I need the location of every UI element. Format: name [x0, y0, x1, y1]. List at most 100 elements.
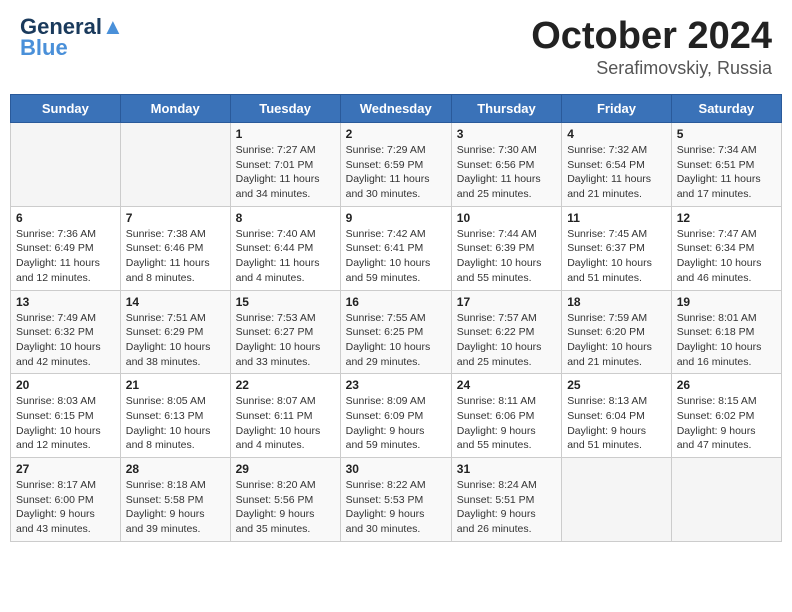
day-info: Sunrise: 7:45 AM Sunset: 6:37 PM Dayligh…	[567, 227, 666, 286]
day-info: Sunrise: 8:15 AM Sunset: 6:02 PM Dayligh…	[677, 394, 776, 453]
calendar-title-block: October 2024 Serafimovskiy, Russia	[531, 15, 772, 79]
day-number: 15	[236, 295, 335, 309]
calendar-day-cell: 22 Sunrise: 8:07 AM Sunset: 6:11 PM Dayli…	[230, 374, 340, 458]
day-info: Sunrise: 8:18 AM Sunset: 5:58 PM Dayligh…	[126, 478, 225, 537]
day-info: Sunrise: 7:47 AM Sunset: 6:34 PM Dayligh…	[677, 227, 776, 286]
day-info: Sunrise: 7:49 AM Sunset: 6:32 PM Dayligh…	[16, 311, 115, 370]
calendar-day-cell: 7 Sunrise: 7:38 AM Sunset: 6:46 PM Daylig…	[120, 206, 230, 290]
calendar-day-cell	[11, 123, 121, 207]
day-number: 17	[457, 295, 556, 309]
day-info: Sunrise: 7:36 AM Sunset: 6:49 PM Dayligh…	[16, 227, 115, 286]
day-number: 5	[677, 127, 776, 141]
day-number: 26	[677, 378, 776, 392]
day-info: Sunrise: 7:59 AM Sunset: 6:20 PM Dayligh…	[567, 311, 666, 370]
calendar-day-cell: 24 Sunrise: 8:11 AM Sunset: 6:06 PM Dayli…	[451, 374, 561, 458]
calendar-week-row: 20 Sunrise: 8:03 AM Sunset: 6:15 PM Dayli…	[11, 374, 782, 458]
day-number: 24	[457, 378, 556, 392]
day-number: 8	[236, 211, 335, 225]
day-number: 22	[236, 378, 335, 392]
day-number: 19	[677, 295, 776, 309]
day-info: Sunrise: 7:44 AM Sunset: 6:39 PM Dayligh…	[457, 227, 556, 286]
calendar-day-cell: 20 Sunrise: 8:03 AM Sunset: 6:15 PM Dayli…	[11, 374, 121, 458]
day-info: Sunrise: 8:07 AM Sunset: 6:11 PM Dayligh…	[236, 394, 335, 453]
calendar-day-cell: 13 Sunrise: 7:49 AM Sunset: 6:32 PM Dayli…	[11, 290, 121, 374]
day-number: 21	[126, 378, 225, 392]
calendar-day-cell: 6Sunrise: 7:36 AM Sunset: 6:49 PM Daylig…	[11, 206, 121, 290]
calendar-day-cell: 18 Sunrise: 7:59 AM Sunset: 6:20 PM Dayli…	[562, 290, 672, 374]
day-info: Sunrise: 7:53 AM Sunset: 6:27 PM Dayligh…	[236, 311, 335, 370]
calendar-day-cell: 27Sunrise: 8:17 AM Sunset: 6:00 PM Dayli…	[11, 458, 121, 542]
weekday-header: Thursday	[451, 95, 561, 123]
calendar-day-cell	[120, 123, 230, 207]
day-info: Sunrise: 8:13 AM Sunset: 6:04 PM Dayligh…	[567, 394, 666, 453]
calendar-day-cell: 14Sunrise: 7:51 AM Sunset: 6:29 PM Dayli…	[120, 290, 230, 374]
calendar-title: October 2024	[531, 15, 772, 58]
logo: General▲ Blue	[20, 15, 124, 61]
calendar-day-cell: 23Sunrise: 8:09 AM Sunset: 6:09 PM Dayli…	[340, 374, 451, 458]
calendar-day-cell: 30 Sunrise: 8:22 AM Sunset: 5:53 PM Dayli…	[340, 458, 451, 542]
day-info: Sunrise: 8:03 AM Sunset: 6:15 PM Dayligh…	[16, 394, 115, 453]
day-number: 30	[346, 462, 446, 476]
weekday-header: Monday	[120, 95, 230, 123]
day-number: 4	[567, 127, 666, 141]
weekday-header: Sunday	[11, 95, 121, 123]
day-info: Sunrise: 8:09 AM Sunset: 6:09 PM Dayligh…	[346, 394, 446, 453]
calendar-week-row: 13 Sunrise: 7:49 AM Sunset: 6:32 PM Dayli…	[11, 290, 782, 374]
calendar-day-cell: 19 Sunrise: 8:01 AM Sunset: 6:18 PM Dayli…	[671, 290, 781, 374]
day-info: Sunrise: 7:30 AM Sunset: 6:56 PM Dayligh…	[457, 143, 556, 202]
day-info: Sunrise: 8:17 AM Sunset: 6:00 PM Dayligh…	[16, 478, 115, 537]
day-number: 16	[346, 295, 446, 309]
day-number: 9	[346, 211, 446, 225]
weekday-header: Friday	[562, 95, 672, 123]
day-info: Sunrise: 8:22 AM Sunset: 5:53 PM Dayligh…	[346, 478, 446, 537]
calendar-day-cell: 3 Sunrise: 7:30 AM Sunset: 6:56 PM Daylig…	[451, 123, 561, 207]
day-info: Sunrise: 8:24 AM Sunset: 5:51 PM Dayligh…	[457, 478, 556, 537]
calendar-day-cell: 16Sunrise: 7:55 AM Sunset: 6:25 PM Dayli…	[340, 290, 451, 374]
calendar-day-cell: 12Sunrise: 7:47 AM Sunset: 6:34 PM Dayli…	[671, 206, 781, 290]
day-info: Sunrise: 7:32 AM Sunset: 6:54 PM Dayligh…	[567, 143, 666, 202]
calendar-day-cell	[671, 458, 781, 542]
day-number: 28	[126, 462, 225, 476]
calendar-week-row: 27Sunrise: 8:17 AM Sunset: 6:00 PM Dayli…	[11, 458, 782, 542]
calendar-day-cell: 28 Sunrise: 8:18 AM Sunset: 5:58 PM Dayli…	[120, 458, 230, 542]
day-info: Sunrise: 7:34 AM Sunset: 6:51 PM Dayligh…	[677, 143, 776, 202]
calendar-day-cell: 9 Sunrise: 7:42 AM Sunset: 6:41 PM Daylig…	[340, 206, 451, 290]
calendar-header-row: SundayMondayTuesdayWednesdayThursdayFrid…	[11, 95, 782, 123]
calendar-day-cell: 26 Sunrise: 8:15 AM Sunset: 6:02 PM Dayli…	[671, 374, 781, 458]
page-header: General▲ Blue October 2024 Serafimovskiy…	[10, 10, 782, 84]
day-number: 3	[457, 127, 556, 141]
day-info: Sunrise: 8:20 AM Sunset: 5:56 PM Dayligh…	[236, 478, 335, 537]
calendar-day-cell: 8 Sunrise: 7:40 AM Sunset: 6:44 PM Daylig…	[230, 206, 340, 290]
calendar-day-cell: 10 Sunrise: 7:44 AM Sunset: 6:39 PM Dayli…	[451, 206, 561, 290]
day-info: Sunrise: 8:05 AM Sunset: 6:13 PM Dayligh…	[126, 394, 225, 453]
calendar-day-cell: 21 Sunrise: 8:05 AM Sunset: 6:13 PM Dayli…	[120, 374, 230, 458]
calendar-week-row: 1 Sunrise: 7:27 AM Sunset: 7:01 PM Daylig…	[11, 123, 782, 207]
day-number: 1	[236, 127, 335, 141]
day-number: 25	[567, 378, 666, 392]
calendar-day-cell: 2 Sunrise: 7:29 AM Sunset: 6:59 PM Daylig…	[340, 123, 451, 207]
calendar-day-cell: 11 Sunrise: 7:45 AM Sunset: 6:37 PM Dayli…	[562, 206, 672, 290]
day-number: 7	[126, 211, 225, 225]
day-info: Sunrise: 7:57 AM Sunset: 6:22 PM Dayligh…	[457, 311, 556, 370]
calendar-day-cell: 29Sunrise: 8:20 AM Sunset: 5:56 PM Dayli…	[230, 458, 340, 542]
calendar-day-cell: 17 Sunrise: 7:57 AM Sunset: 6:22 PM Dayli…	[451, 290, 561, 374]
day-number: 11	[567, 211, 666, 225]
day-info: Sunrise: 7:29 AM Sunset: 6:59 PM Dayligh…	[346, 143, 446, 202]
calendar-day-cell	[562, 458, 672, 542]
day-number: 20	[16, 378, 115, 392]
day-info: Sunrise: 7:40 AM Sunset: 6:44 PM Dayligh…	[236, 227, 335, 286]
calendar-day-cell: 4 Sunrise: 7:32 AM Sunset: 6:54 PM Daylig…	[562, 123, 672, 207]
day-info: Sunrise: 8:11 AM Sunset: 6:06 PM Dayligh…	[457, 394, 556, 453]
day-number: 10	[457, 211, 556, 225]
day-number: 2	[346, 127, 446, 141]
day-info: Sunrise: 7:42 AM Sunset: 6:41 PM Dayligh…	[346, 227, 446, 286]
weekday-header: Tuesday	[230, 95, 340, 123]
day-number: 31	[457, 462, 556, 476]
calendar-day-cell: 5 Sunrise: 7:34 AM Sunset: 6:51 PM Daylig…	[671, 123, 781, 207]
calendar-day-cell: 1 Sunrise: 7:27 AM Sunset: 7:01 PM Daylig…	[230, 123, 340, 207]
day-number: 13	[16, 295, 115, 309]
day-info: Sunrise: 7:27 AM Sunset: 7:01 PM Dayligh…	[236, 143, 335, 202]
day-info: Sunrise: 8:01 AM Sunset: 6:18 PM Dayligh…	[677, 311, 776, 370]
day-number: 18	[567, 295, 666, 309]
day-info: Sunrise: 7:38 AM Sunset: 6:46 PM Dayligh…	[126, 227, 225, 286]
